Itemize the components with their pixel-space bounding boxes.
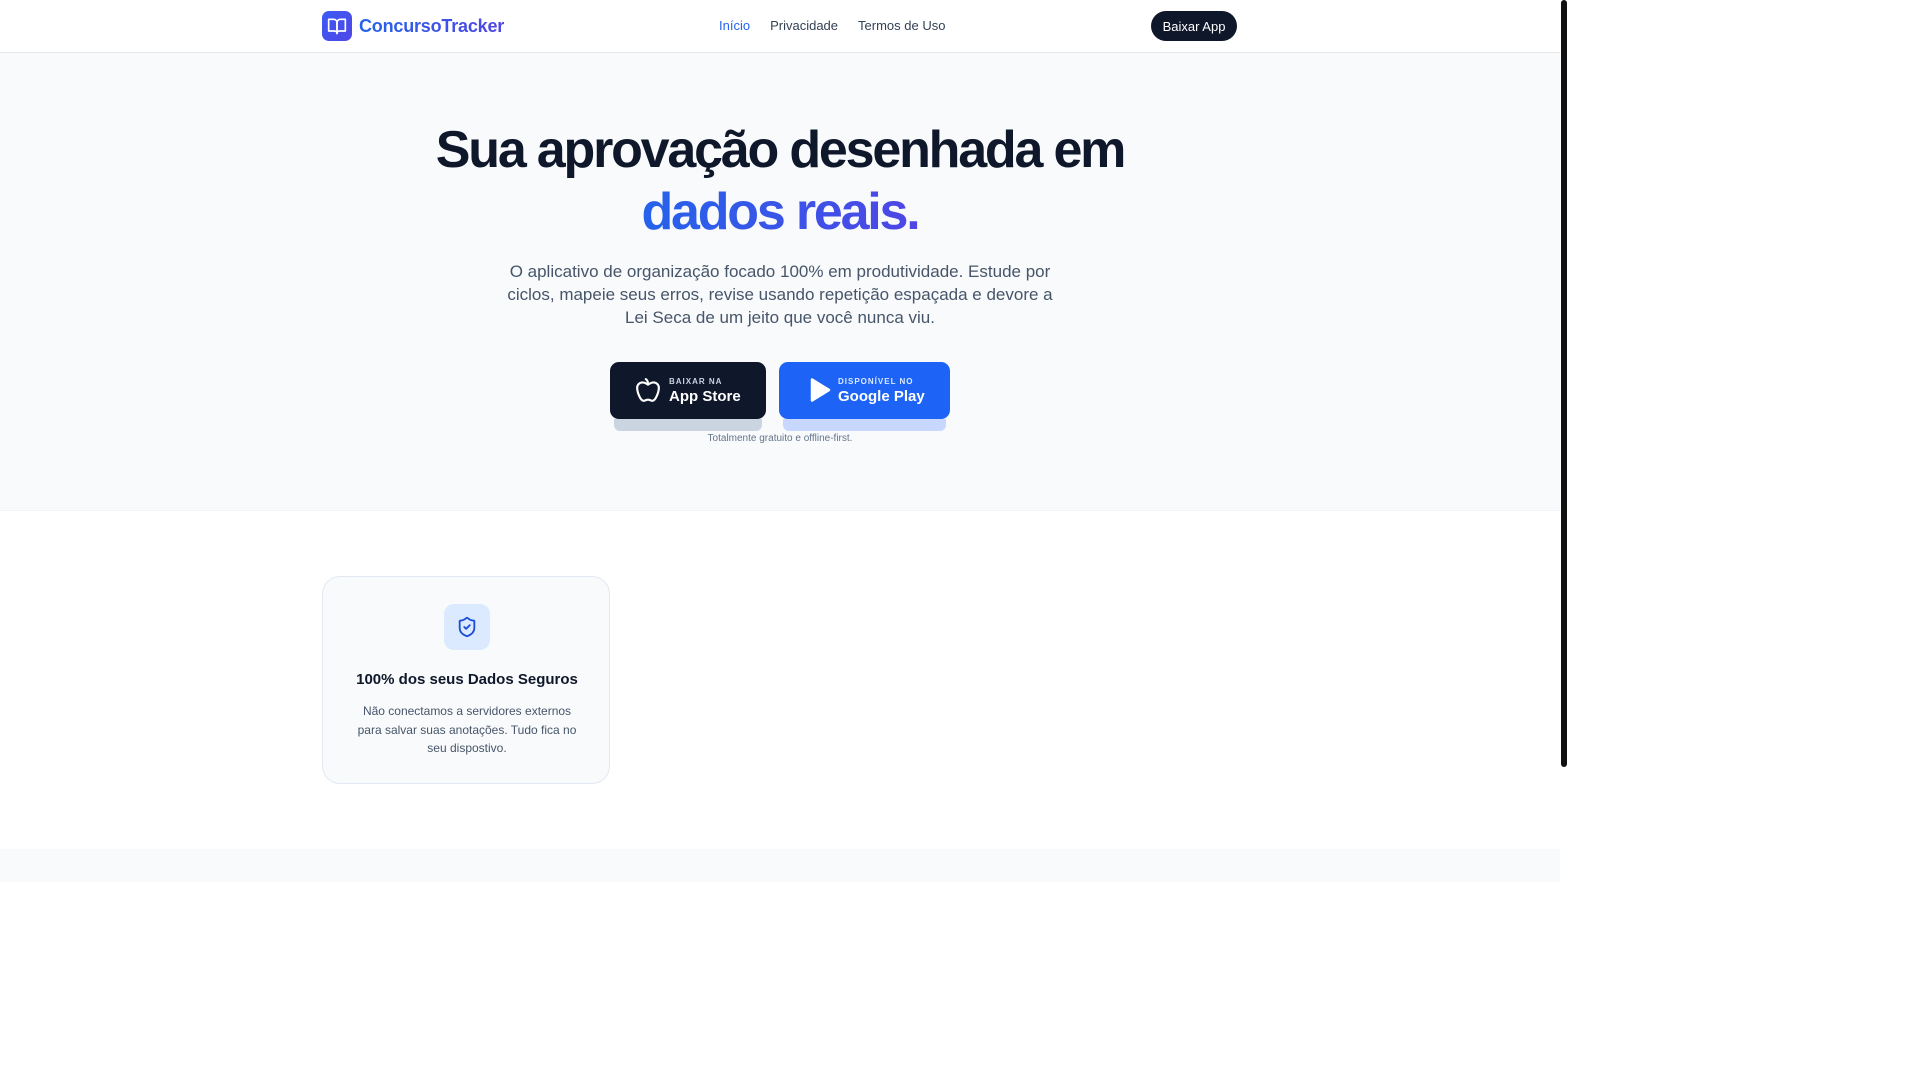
feature-card-title: 100% dos seus Dados Seguros [356,671,578,688]
google-play-label: Google Play [838,388,925,405]
hero-title-line1: Sua aprovação desenhada em [435,121,1127,179]
hero-title-line2: dados reais. [0,181,1560,243]
next-section [0,849,1560,882]
book-open-icon [322,11,352,41]
play-icon [807,377,833,403]
app-store-caption: BAIXAR NA [669,377,723,386]
free-offline-note: Totalmente gratuito e offline-first. [707,433,853,444]
hero-subtitle: O aplicativo de organização focado 100% … [507,262,1053,327]
hero-section: Sua aprovação desenhada em dados reais. … [0,53,1560,511]
app-store-button-shadow [614,419,762,431]
shield-check-icon [444,604,490,650]
google-play-button[interactable]: DISPONÍVEL NO Google Play [779,362,950,419]
nav-links: Início Privacidade Termos de Uso [719,18,945,33]
download-app-button[interactable]: Baixar App [1151,11,1237,41]
apple-icon [635,377,661,403]
nav-link-termos[interactable]: Termos de Uso [858,18,945,33]
app-store-button[interactable]: BAIXAR NA App Store [610,362,766,419]
nav-link-inicio[interactable]: Início [719,18,750,33]
google-play-button-shadow [783,419,946,431]
brand-name: ConcursoTracker [359,15,505,36]
hero-title-highlight: dados reais. [641,183,920,241]
nav-link-privacidade[interactable]: Privacidade [770,18,838,33]
app-store-label: App Store [669,388,741,405]
brand-logo-link[interactable]: ConcursoTracker [322,11,504,41]
google-play-caption: DISPONÍVEL NO [838,377,914,386]
page-scrollbar-thumb[interactable] [1561,0,1567,767]
navbar: ConcursoTracker Início Privacidade Termo… [0,0,1560,53]
feature-card-text: Não conectamos a servidores externos par… [357,704,577,755]
feature-card-security: 100% dos seus Dados Seguros Não conectam… [322,576,610,784]
